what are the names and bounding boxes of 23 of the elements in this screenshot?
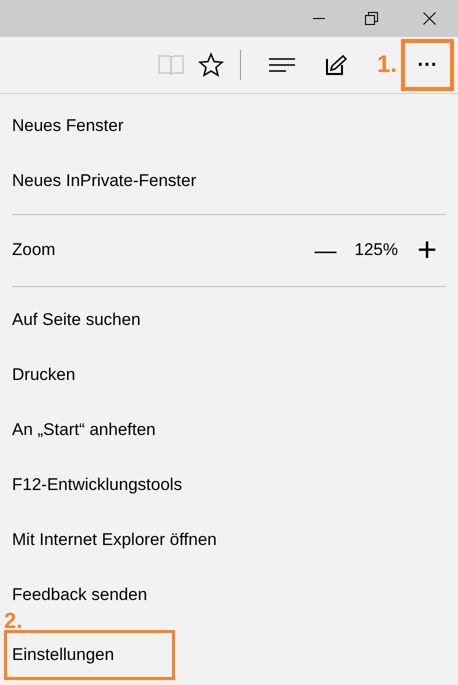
menu-item[interactable]: Einstellungen <box>4 630 175 680</box>
restore-icon <box>364 12 378 25</box>
book-icon <box>158 54 184 76</box>
step-number: 1. <box>376 50 397 80</box>
lines-icon <box>268 58 295 72</box>
close-icon <box>422 12 436 25</box>
menu-item[interactable]: An „Start“ anheften <box>12 416 156 442</box>
menu-item[interactable]: Mit Internet Explorer öffnen <box>12 526 217 552</box>
zoom-in-button[interactable]: + <box>410 233 444 267</box>
pen-square-icon <box>324 54 347 76</box>
step-number: 2. <box>4 610 22 632</box>
menu-item[interactable]: Neues Fenster <box>12 112 124 138</box>
minimize-icon <box>313 18 325 20</box>
menu-item[interactable]: Drucken <box>12 362 76 388</box>
zoom-value: 125% <box>354 239 398 262</box>
more-button[interactable]: ··· <box>401 39 454 91</box>
menu-item[interactable]: Feedback senden <box>12 582 148 608</box>
menu-item[interactable]: F12-Entwicklungstools <box>12 472 182 498</box>
menu-item[interactable]: Neues InPrivate-Fenster <box>12 168 196 194</box>
zoom-out-button[interactable]: — <box>308 234 343 266</box>
zoom-label: Zoom <box>12 239 56 262</box>
star-icon <box>198 52 224 78</box>
menu-item[interactable]: Auf Seite suchen <box>12 306 141 332</box>
